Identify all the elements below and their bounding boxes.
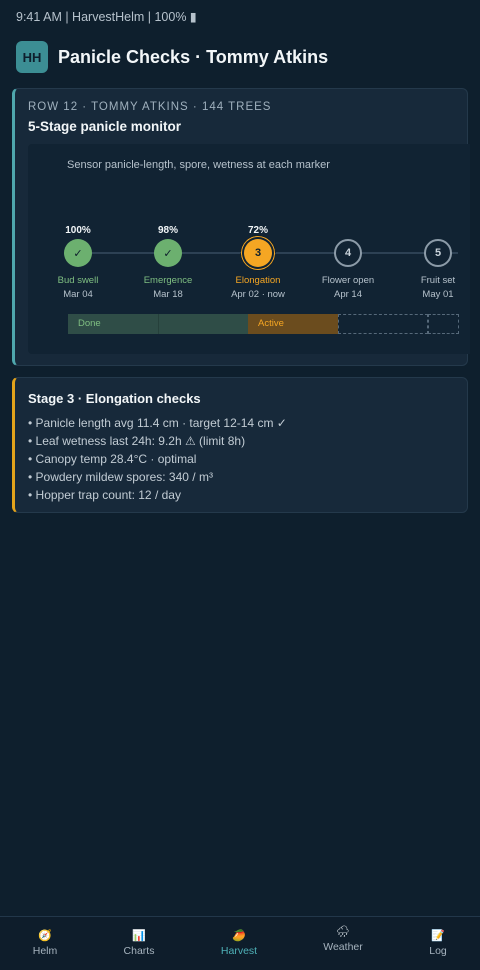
tab-helm[interactable]: 🧭 Helm [5,929,85,957]
stage-name: Fruit set [420,275,456,286]
stage-date: Mar 04 [63,289,93,300]
tab-label: Helm [32,945,58,957]
stage-date: Apr 14 [334,289,362,300]
progress-segment-done: Done [68,314,158,334]
panicle-monitor-card: ROW 12 · TOMMY ATKINS · 144 TREES 5-Stag… [12,88,470,366]
check-icon: ✓ [64,239,92,267]
bottom-tab-bar: 🧭 Helm 📊 Charts 🥭 Harvest 🌧 Weather 📝 Lo… [0,916,480,970]
bar-chart-icon: 📊 [132,930,146,942]
list-item: • Leaf wetness last 24h: 9.2h ⚠ (limit 8… [28,434,246,448]
progress-segment-active: Active [248,314,338,334]
row-info: ROW 12 · TOMMY ATKINS · 144 TREES [28,101,272,113]
progress-segment-pending [428,314,459,334]
tab-label: Charts [123,945,155,957]
tab-log[interactable]: 📝 Log [398,929,478,957]
rain-cloud-icon: 🌧 [336,926,350,938]
list-item: • Hopper trap count: 12 / day [28,488,181,502]
progress-segment-done [158,314,248,334]
tab-harvest[interactable]: 🥭 Harvest [199,929,279,957]
check-icon: ✓ [154,239,182,267]
stage-percent: 100% [65,225,91,236]
stage-number-marker: 4 [334,239,362,267]
tab-label: Harvest [220,945,258,957]
stage-name: Emergence [143,275,193,286]
stage-date: Mar 18 [153,289,183,300]
stage-name: Bud swell [57,275,99,286]
checks-title: Stage 3 · Elongation checks [28,391,201,406]
stage-number-marker: 5 [424,239,452,267]
tab-label: Weather [323,941,363,953]
compass-icon: 🧭 [38,930,52,942]
stage-date: Apr 02 · now [231,289,285,300]
stage-number-marker: 3 [240,235,276,271]
app-logo: HH [16,41,48,73]
tab-charts[interactable]: 📊 Charts [99,929,179,957]
monitor-title: 5-Stage panicle monitor [28,119,182,134]
tab-weather[interactable]: 🌧 Weather [303,925,383,953]
stage-date: May 01 [422,289,454,300]
stage-timeline-panel: Sensor panicle-length, spore, wetness at… [28,144,470,354]
page-header: HH Panicle Checks · Tommy Atkins [16,41,328,73]
stage-percent: 98% [157,225,178,236]
status-bar: 9:41 AM | HarvestHelm | 100% ▮ [16,10,197,24]
stage-name: Flower open [321,275,375,286]
progress-segment-pending [338,314,428,334]
list-item: • Powdery mildew spores: 340 / m³ [28,470,213,484]
stage-name: Elongation [235,275,281,286]
tab-label: Log [429,945,447,957]
list-item: • Canopy temp 28.4°C · optimal [28,452,197,466]
mango-icon: 🥭 [232,930,246,942]
panel-subtitle: Sensor panicle-length, spore, wetness at… [67,159,330,171]
checks-list: • Panicle length avg 11.4 cm · target 12… [28,414,287,504]
memo-icon: 📝 [431,930,445,942]
elongation-checks-card: Stage 3 · Elongation checks • Panicle le… [12,377,468,513]
page-title: Panicle Checks · Tommy Atkins [58,46,329,67]
list-item: • Panicle length avg 11.4 cm · target 12… [28,416,287,430]
